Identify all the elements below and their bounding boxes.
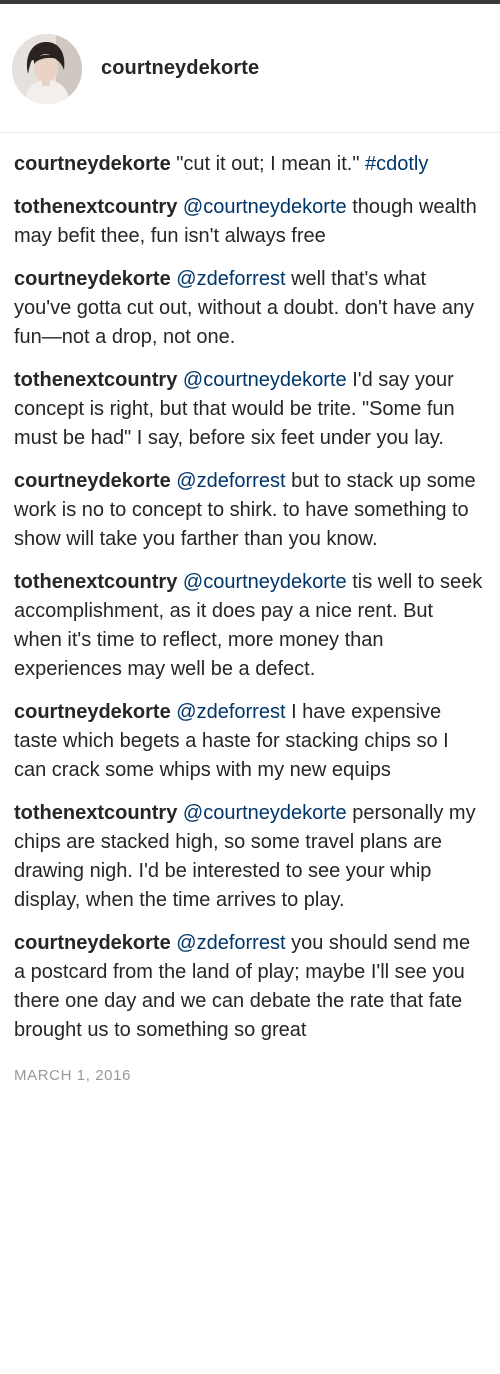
comment: courtneydekorte @zdeforrest but to stack… <box>0 467 500 554</box>
comment-username[interactable]: courtneydekorte <box>14 268 171 290</box>
comment: tothenextcountry @courtneydekorte though… <box>0 193 500 251</box>
comment-username[interactable]: courtneydekorte <box>14 470 171 492</box>
comment: tothenextcountry @courtneydekorte I'd sa… <box>0 366 500 453</box>
comment-username[interactable]: courtneydekorte <box>14 701 171 723</box>
comment-username[interactable]: tothenextcountry <box>14 571 177 593</box>
post-timestamp: MARCH 1, 2016 <box>14 1067 132 1084</box>
comment-mention[interactable]: @courtneydekorte <box>183 196 347 218</box>
comment-mention[interactable]: @courtneydekorte <box>183 571 347 593</box>
comment-mention[interactable]: @zdeforrest <box>176 268 285 290</box>
avatar-image <box>12 34 82 104</box>
comment-username[interactable]: courtneydekorte <box>14 932 171 954</box>
comment-hashtag[interactable]: #cdotly <box>365 153 428 175</box>
comment-mention[interactable]: @zdeforrest <box>176 932 285 954</box>
post-header: courtneydekorte <box>0 4 500 133</box>
comment: courtneydekorte @zdeforrest you should s… <box>0 929 500 1045</box>
comment-username[interactable]: courtneydekorte <box>14 153 171 175</box>
comment: courtneydekorte @zdeforrest well that's … <box>0 265 500 352</box>
comment-username[interactable]: tothenextcountry <box>14 369 177 391</box>
comment-mention[interactable]: @zdeforrest <box>176 470 285 492</box>
comment: courtneydekorte "cut it out; I mean it."… <box>0 150 500 179</box>
comment-mention[interactable]: @courtneydekorte <box>183 802 347 824</box>
avatar[interactable] <box>12 34 82 104</box>
header-username[interactable]: courtneydekorte <box>101 57 259 80</box>
comment-mention[interactable]: @courtneydekorte <box>183 369 347 391</box>
comment: tothenextcountry @courtneydekorte tis we… <box>0 568 500 684</box>
comment-text: "cut it out; I mean it." <box>170 153 365 175</box>
comment: courtneydekorte @zdeforrest I have expen… <box>0 698 500 785</box>
comment-username[interactable]: tothenextcountry <box>14 196 177 218</box>
comment-username[interactable]: tothenextcountry <box>14 802 177 824</box>
comment: tothenextcountry @courtneydekorte person… <box>0 799 500 915</box>
comment-mention[interactable]: @zdeforrest <box>176 701 285 723</box>
